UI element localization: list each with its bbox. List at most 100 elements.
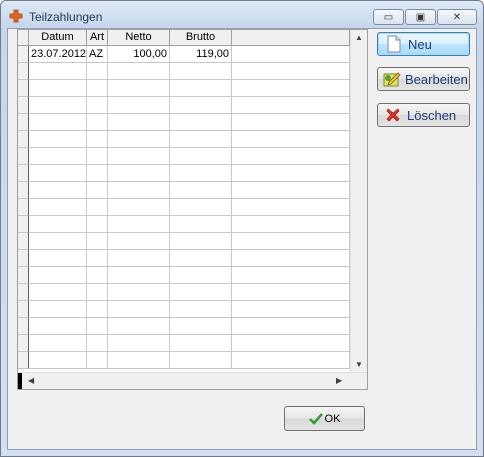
table-row[interactable] <box>18 318 350 335</box>
column-header[interactable]: Datum <box>29 30 87 45</box>
table-cell[interactable] <box>87 199 108 216</box>
table-cell[interactable] <box>29 63 87 80</box>
table-cell[interactable] <box>29 148 87 165</box>
table-cell[interactable] <box>87 233 108 250</box>
table-cell[interactable] <box>87 267 108 284</box>
row-indicator[interactable] <box>18 63 29 80</box>
table-row[interactable] <box>18 199 350 216</box>
table-cell[interactable] <box>108 131 170 148</box>
horizontal-scrollbar[interactable]: ◀ ▶ <box>18 372 367 389</box>
title-bar[interactable]: Teilzahlungen ▭ ▣ ✕ <box>1 1 483 29</box>
table-cell[interactable] <box>170 80 232 97</box>
table-cell[interactable] <box>170 216 232 233</box>
table-cell[interactable] <box>29 233 87 250</box>
row-indicator[interactable] <box>18 318 29 335</box>
row-indicator[interactable] <box>18 335 29 352</box>
table-row[interactable] <box>18 114 350 131</box>
table-row[interactable] <box>18 182 350 199</box>
table-cell[interactable] <box>170 318 232 335</box>
table-cell[interactable] <box>170 199 232 216</box>
table-cell[interactable] <box>87 301 108 318</box>
table-cell[interactable] <box>170 301 232 318</box>
table-cell[interactable] <box>232 46 350 63</box>
table-cell[interactable] <box>170 148 232 165</box>
table-cell[interactable] <box>87 80 108 97</box>
table-cell[interactable] <box>29 352 87 369</box>
table-row[interactable]: 23.07.2012 AZ 100,00 119,00 <box>18 46 350 63</box>
row-indicator[interactable] <box>18 165 29 182</box>
table-cell[interactable] <box>87 182 108 199</box>
row-indicator[interactable] <box>18 267 29 284</box>
row-indicator[interactable] <box>18 233 29 250</box>
table-cell[interactable] <box>29 80 87 97</box>
table-cell[interactable] <box>87 352 108 369</box>
scroll-right-icon[interactable]: ▶ <box>336 376 342 385</box>
table-cell[interactable]: 23.07.2012 <box>29 46 87 63</box>
scroll-left-icon[interactable]: ◀ <box>28 376 34 385</box>
table-cell[interactable] <box>170 114 232 131</box>
table-cell[interactable] <box>232 131 350 148</box>
row-indicator[interactable] <box>18 301 29 318</box>
table-cell[interactable] <box>108 165 170 182</box>
table-cell[interactable]: 119,00 <box>170 46 232 63</box>
table-cell[interactable] <box>170 250 232 267</box>
table-row[interactable] <box>18 352 350 369</box>
edit-button[interactable]: Bearbeiten <box>377 67 470 91</box>
table-cell[interactable] <box>87 216 108 233</box>
table-cell[interactable] <box>108 182 170 199</box>
table-cell[interactable] <box>232 63 350 80</box>
table-cell[interactable] <box>232 97 350 114</box>
table-cell[interactable] <box>87 318 108 335</box>
table-cell[interactable] <box>29 216 87 233</box>
table-row[interactable] <box>18 97 350 114</box>
table-cell[interactable] <box>87 335 108 352</box>
table-cell[interactable] <box>29 318 87 335</box>
table-row[interactable] <box>18 80 350 97</box>
table-cell[interactable] <box>108 352 170 369</box>
table-row[interactable] <box>18 335 350 352</box>
table-cell[interactable] <box>232 352 350 369</box>
delete-button[interactable]: Löschen <box>377 103 470 127</box>
table-cell[interactable] <box>170 97 232 114</box>
table-cell[interactable] <box>108 148 170 165</box>
column-header[interactable] <box>232 30 350 45</box>
payments-grid[interactable]: Datum Art Netto Brutto 23.07.2012 AZ 100,00 119… <box>17 29 368 390</box>
table-cell[interactable] <box>232 301 350 318</box>
column-header[interactable]: Netto <box>108 30 170 45</box>
row-indicator[interactable] <box>18 80 29 97</box>
row-indicator[interactable] <box>18 199 29 216</box>
table-cell[interactable] <box>232 318 350 335</box>
table-cell[interactable] <box>108 63 170 80</box>
table-cell[interactable] <box>29 165 87 182</box>
row-indicator[interactable] <box>18 216 29 233</box>
table-cell[interactable] <box>170 182 232 199</box>
row-indicator[interactable] <box>18 148 29 165</box>
table-cell[interactable] <box>232 267 350 284</box>
minimize-button[interactable]: ▭ <box>373 9 404 25</box>
table-row[interactable] <box>18 63 350 80</box>
table-cell[interactable] <box>108 80 170 97</box>
table-row[interactable] <box>18 301 350 318</box>
table-cell[interactable] <box>108 114 170 131</box>
row-indicator[interactable] <box>18 284 29 301</box>
table-cell[interactable] <box>29 335 87 352</box>
table-cell[interactable] <box>232 148 350 165</box>
table-cell[interactable] <box>170 267 232 284</box>
row-indicator[interactable] <box>18 46 29 63</box>
table-cell[interactable] <box>29 267 87 284</box>
row-indicator[interactable] <box>18 182 29 199</box>
table-cell[interactable] <box>87 131 108 148</box>
restore-button[interactable]: ▣ <box>405 9 436 25</box>
close-button[interactable]: ✕ <box>437 9 477 25</box>
table-cell[interactable] <box>170 165 232 182</box>
table-cell[interactable] <box>232 199 350 216</box>
table-row[interactable] <box>18 216 350 233</box>
table-cell[interactable] <box>29 182 87 199</box>
table-cell[interactable] <box>232 250 350 267</box>
table-row[interactable] <box>18 250 350 267</box>
table-cell[interactable] <box>87 97 108 114</box>
table-cell[interactable]: 100,00 <box>108 46 170 63</box>
table-row[interactable] <box>18 233 350 250</box>
table-cell[interactable] <box>87 148 108 165</box>
table-cell[interactable] <box>29 97 87 114</box>
